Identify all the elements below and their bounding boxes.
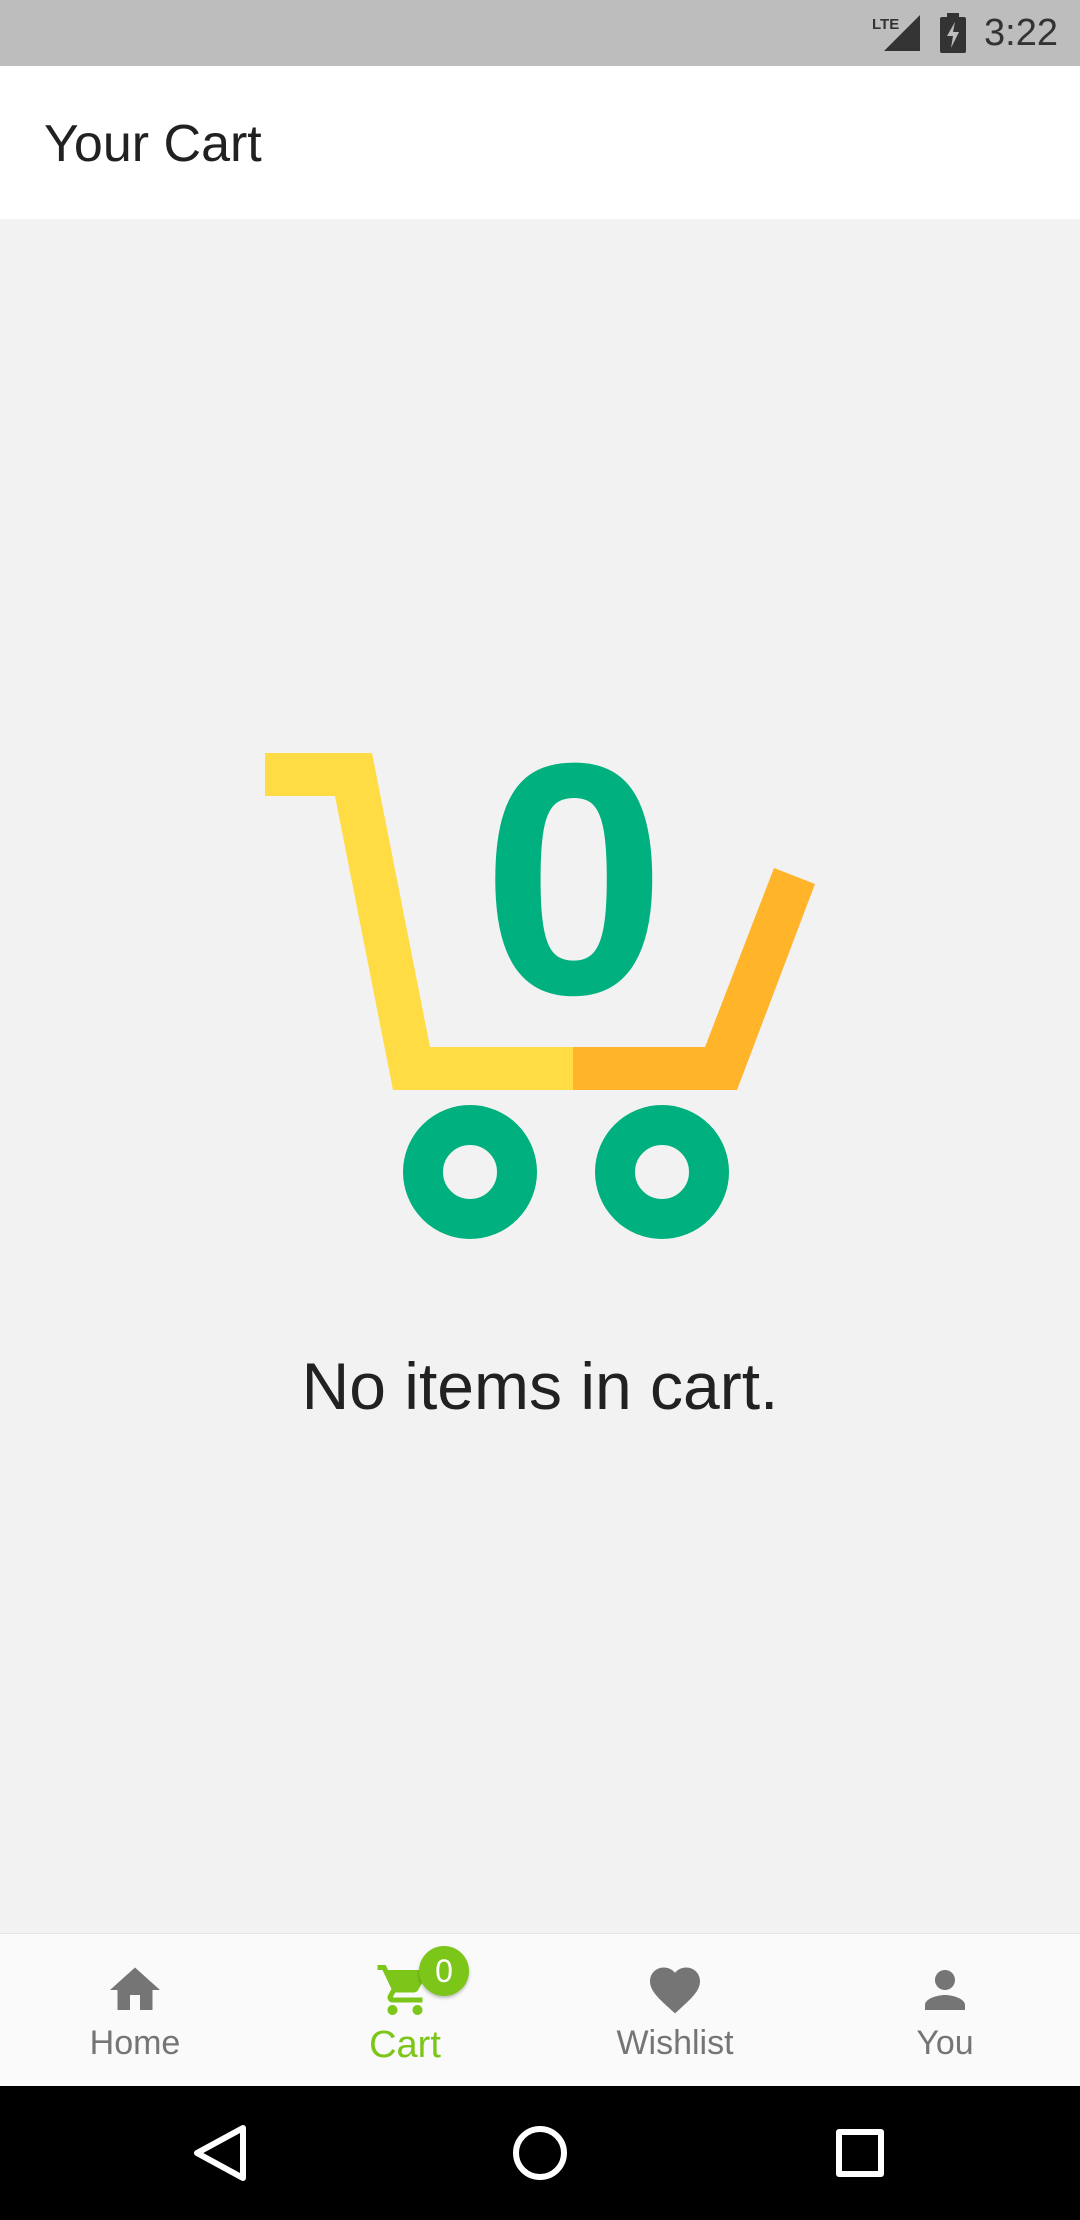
status-bar: LTE 3:22 — [0, 0, 1080, 66]
cart-wheel-right — [595, 1105, 729, 1239]
nav-label-you: You — [916, 2024, 974, 2062]
cart-wheel-left — [403, 1105, 537, 1239]
nav-label-home: Home — [89, 2024, 181, 2062]
cart-count-digit: 0 — [482, 694, 666, 1063]
back-icon[interactable] — [175, 2108, 265, 2198]
status-time: 3:22 — [984, 11, 1058, 54]
status-icons: LTE 3:22 — [870, 0, 1058, 66]
recents-icon[interactable] — [815, 2108, 905, 2198]
bottom-navigation: Home 0 Cart Wishlist You — [0, 1933, 1080, 2087]
nav-item-cart[interactable]: 0 Cart — [270, 1934, 540, 2087]
nav-label-cart: Cart — [369, 2024, 441, 2066]
heart-icon — [650, 1967, 700, 2014]
network-type-label: LTE — [872, 16, 899, 33]
system-navigation-bar — [0, 2086, 1080, 2220]
empty-cart-illustration: 0 — [265, 694, 815, 1239]
cart-badge: 0 — [419, 1946, 469, 1996]
home-icon — [110, 1967, 160, 2010]
lte-signal-icon: LTE — [872, 15, 921, 51]
battery-charging-icon — [940, 13, 967, 53]
nav-item-you[interactable]: You — [810, 1934, 1080, 2087]
nav-item-home[interactable]: Home — [0, 1934, 270, 2087]
nav-label-wishlist: Wishlist — [616, 2024, 734, 2062]
page-title: Your Cart — [44, 115, 262, 173]
home-circle-icon[interactable] — [495, 2108, 585, 2198]
app-bar: Your Cart — [0, 66, 1080, 219]
person-icon — [925, 1970, 965, 2010]
nav-item-wishlist[interactable]: Wishlist — [540, 1934, 810, 2087]
empty-cart-message: No items in cart. — [301, 1349, 779, 1423]
